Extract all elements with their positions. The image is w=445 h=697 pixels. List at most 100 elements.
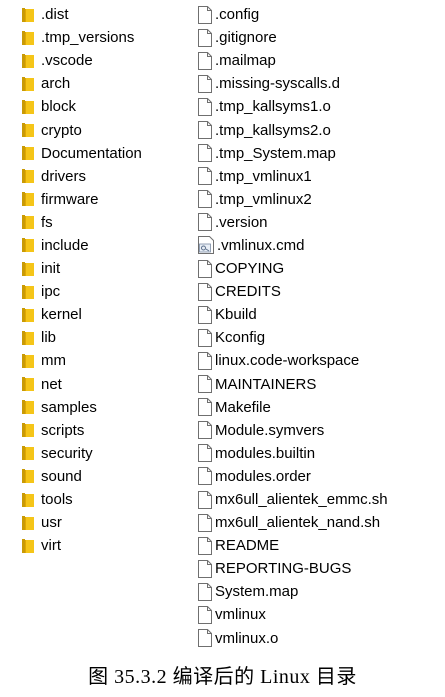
folder-icon	[22, 192, 34, 207]
file-item-tmp-system-map[interactable]: .tmp_System.map	[198, 142, 438, 165]
folder-item-scripts[interactable]: scripts	[22, 419, 192, 442]
file-name: vmlinux	[215, 606, 266, 624]
file-item-config[interactable]: .config	[198, 3, 438, 26]
file-item-maintainers[interactable]: MAINTAINERS	[198, 373, 438, 396]
file-item-kconfig[interactable]: Kconfig	[198, 326, 438, 349]
file-icon	[198, 28, 212, 47]
file-name: modules.order	[215, 467, 311, 485]
file-icon	[198, 559, 212, 578]
folder-item-vscode[interactable]: .vscode	[22, 49, 192, 72]
folder-name: net	[41, 375, 62, 393]
file-name: vmlinux.o	[215, 629, 279, 647]
folder-item-mm[interactable]: mm	[22, 349, 192, 372]
file-item-tmp-vmlinux1[interactable]: .tmp_vmlinux1	[198, 165, 438, 188]
folder-item-fs[interactable]: fs	[22, 211, 192, 234]
file-item-mx6ull-alientek-nand-sh[interactable]: mx6ull_alientek_nand.sh	[198, 511, 438, 534]
file-item-linux-code-workspace[interactable]: linux.code-workspace	[198, 349, 438, 372]
file-name: linux.code-workspace	[215, 352, 360, 370]
folder-name: lib	[41, 329, 57, 347]
folder-item-net[interactable]: net	[22, 373, 192, 396]
folder-name: .vscode	[41, 52, 93, 70]
folder-item-crypto[interactable]: crypto	[22, 118, 192, 141]
file-name: .tmp_vmlinux1	[215, 167, 312, 185]
folder-item-samples[interactable]: samples	[22, 396, 192, 419]
file-icon	[198, 605, 212, 624]
figure-caption: 图 35.3.2 编译后的 Linux 目录	[88, 666, 357, 688]
folder-item-tools[interactable]: tools	[22, 488, 192, 511]
file-item-reporting-bugs[interactable]: REPORTING-BUGS	[198, 557, 438, 580]
file-icon	[198, 51, 212, 70]
file-item-vmlinux-cmd[interactable]: .vmlinux.cmd	[198, 234, 438, 257]
folder-item-usr[interactable]: usr	[22, 511, 192, 534]
file-item-kbuild[interactable]: Kbuild	[198, 303, 438, 326]
folder-icon	[22, 446, 34, 461]
folder-item-security[interactable]: security	[22, 442, 192, 465]
file-item-modules-order[interactable]: modules.order	[198, 465, 438, 488]
file-icon	[198, 305, 212, 324]
folder-icon	[22, 76, 34, 91]
folder-icon	[22, 400, 34, 415]
folder-item-lib[interactable]: lib	[22, 326, 192, 349]
folder-name: samples	[41, 398, 97, 416]
folder-name: fs	[41, 213, 53, 231]
folder-item-arch[interactable]: arch	[22, 72, 192, 95]
file-item-tmp-kallsyms1-o[interactable]: .tmp_kallsyms1.o	[198, 95, 438, 118]
cmd-file-icon	[198, 236, 214, 255]
file-icon	[198, 74, 212, 93]
file-item-mx6ull-alientek-emmc-sh[interactable]: mx6ull_alientek_emmc.sh	[198, 488, 438, 511]
file-name: .tmp_kallsyms2.o	[215, 121, 331, 139]
file-icon	[198, 5, 212, 24]
file-icon	[198, 536, 212, 555]
file-name: .config	[215, 6, 260, 24]
file-item-tmp-vmlinux2[interactable]: .tmp_vmlinux2	[198, 188, 438, 211]
folder-item-sound[interactable]: sound	[22, 465, 192, 488]
folder-item-block[interactable]: block	[22, 95, 192, 118]
file-item-modules-builtin[interactable]: modules.builtin	[198, 442, 438, 465]
file-item-vmlinux[interactable]: vmlinux	[198, 603, 438, 626]
file-item-makefile[interactable]: Makefile	[198, 396, 438, 419]
folder-icon	[22, 123, 34, 138]
file-item-version[interactable]: .version	[198, 211, 438, 234]
folder-list: .dist .tmp_versions .vscode arch block crypto…	[22, 3, 192, 557]
file-name: .tmp_System.map	[215, 144, 336, 162]
file-icon	[198, 421, 212, 440]
folder-item-kernel[interactable]: kernel	[22, 303, 192, 326]
folder-icon	[22, 7, 34, 22]
file-item-mailmap[interactable]: .mailmap	[198, 49, 438, 72]
file-item-readme[interactable]: README	[198, 534, 438, 557]
folder-item-tmp-versions[interactable]: .tmp_versions	[22, 26, 192, 49]
file-icon	[198, 513, 212, 532]
folder-item-ipc[interactable]: ipc	[22, 280, 192, 303]
folder-item-documentation[interactable]: Documentation	[22, 142, 192, 165]
folder-icon	[22, 423, 34, 438]
file-item-module-symvers[interactable]: Module.symvers	[198, 419, 438, 442]
file-item-copying[interactable]: COPYING	[198, 257, 438, 280]
folder-icon	[22, 353, 34, 368]
folder-name: arch	[41, 75, 71, 93]
file-list: .config .gitignore .mailmap .missing-syscal…	[198, 3, 438, 650]
file-name: Module.symvers	[215, 421, 325, 439]
file-name: mx6ull_alientek_emmc.sh	[215, 491, 388, 509]
folder-item-dist[interactable]: .dist	[22, 3, 192, 26]
folder-item-drivers[interactable]: drivers	[22, 165, 192, 188]
folder-item-firmware[interactable]: firmware	[22, 188, 192, 211]
file-icon	[198, 582, 212, 601]
folder-icon	[22, 469, 34, 484]
file-item-gitignore[interactable]: .gitignore	[198, 26, 438, 49]
folder-name: mm	[41, 352, 66, 370]
folder-item-init[interactable]: init	[22, 257, 192, 280]
file-name: Makefile	[215, 398, 271, 416]
file-item-system-map[interactable]: System.map	[198, 580, 438, 603]
file-name: COPYING	[215, 260, 285, 278]
file-item-tmp-kallsyms2-o[interactable]: .tmp_kallsyms2.o	[198, 118, 438, 141]
file-name: REPORTING-BUGS	[215, 560, 352, 578]
file-item-missing-syscalls-d[interactable]: .missing-syscalls.d	[198, 72, 438, 95]
file-item-credits[interactable]: CREDITS	[198, 280, 438, 303]
folder-name: crypto	[41, 121, 82, 139]
folder-icon	[22, 169, 34, 184]
folder-item-virt[interactable]: virt	[22, 534, 192, 557]
folder-item-include[interactable]: include	[22, 234, 192, 257]
file-icon	[198, 351, 212, 370]
file-name: mx6ull_alientek_nand.sh	[215, 514, 381, 532]
file-item-vmlinux-o[interactable]: vmlinux.o	[198, 627, 438, 650]
